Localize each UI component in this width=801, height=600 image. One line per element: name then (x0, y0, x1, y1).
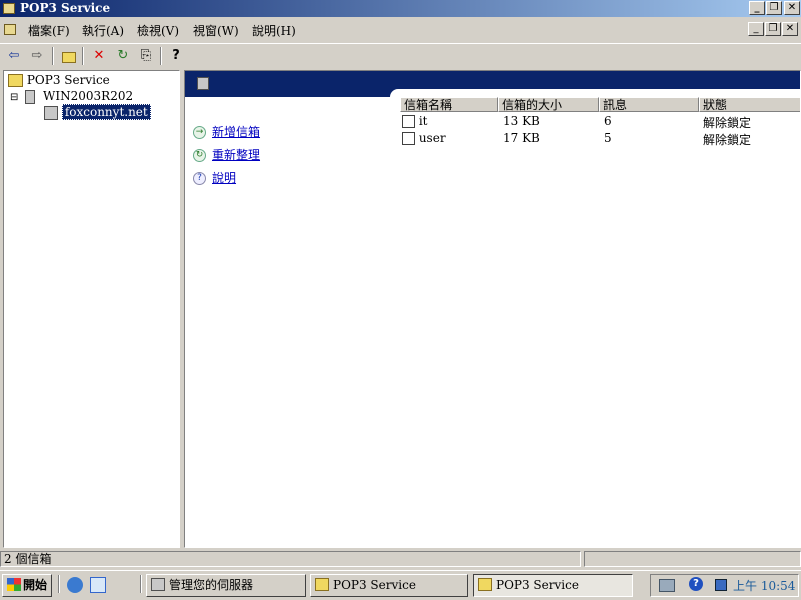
menu-view[interactable]: 檢視(V) (137, 22, 179, 39)
taskbar-manage-server-label: 管理您的伺服器 (169, 578, 254, 592)
mailbox-messages: 5 (604, 131, 612, 145)
pop3-task-icon (315, 578, 329, 591)
start-button[interactable]: 開始 (2, 574, 52, 597)
tree-node-root-label: POP3 Service (26, 73, 110, 87)
desktop-icon[interactable] (90, 577, 106, 593)
restore-button[interactable]: ❐ (766, 1, 782, 15)
detail-header (185, 71, 800, 99)
menu-window[interactable]: 視窗(W) (193, 22, 239, 39)
child-minimize-button[interactable]: _ (748, 22, 764, 36)
domain-icon (44, 105, 58, 120)
column-header-messages[interactable]: 訊息 (599, 97, 699, 112)
window-title: POP3 Service (20, 1, 111, 15)
help-tray-icon[interactable]: ? (689, 577, 703, 591)
back-icon[interactable]: ⇦ (5, 47, 23, 65)
title-bar: POP3 Service _ ❐ ✕ (0, 0, 801, 17)
menu-help[interactable]: 說明(H) (252, 22, 296, 39)
mailbox-name: it (418, 114, 428, 128)
tree-node-root[interactable]: POP3 Service (8, 73, 110, 87)
refresh-icon[interactable]: ↻ (114, 47, 132, 65)
toolbar: ⇦ ⇨ ✕ ↻ ⎘ ? (0, 43, 801, 67)
mailbox-name: user (418, 131, 446, 145)
menu-action[interactable]: 執行(A) (82, 22, 124, 39)
mailbox-icon (402, 132, 415, 145)
status-text: 2 個信箱 (0, 551, 581, 567)
taskbar-manage-server[interactable]: 管理您的伺服器 (146, 574, 306, 597)
up-folder-icon[interactable] (60, 47, 78, 65)
taskbar-separator (140, 575, 142, 593)
mailbox-status: 解除鎖定 (703, 116, 752, 130)
add-arrow-icon: → (193, 126, 206, 139)
menu-file[interactable]: 檔案(F) (28, 22, 70, 39)
tree-node-domain-label: foxconnyt.net (61, 104, 151, 120)
table-row[interactable]: it (402, 114, 428, 128)
pop3-root-icon (8, 74, 23, 87)
mailbox-messages: 6 (604, 114, 612, 128)
taskbar-pop3-1-label: POP3 Service (333, 578, 416, 592)
taskbar-pop3-1[interactable]: POP3 Service (310, 574, 468, 597)
child-close-button[interactable]: ✕ (782, 22, 798, 36)
display-tray-icon[interactable] (715, 579, 727, 591)
tree-node-server[interactable]: ⊟ WIN2003R202 (10, 89, 133, 104)
task-add-mailbox[interactable]: → 新增信箱 (193, 123, 260, 140)
column-header-size[interactable]: 信箱的大小 (498, 97, 599, 112)
toolbar-separator (82, 47, 84, 65)
network-icon[interactable] (659, 579, 675, 592)
server-manager-icon (151, 578, 165, 591)
forward-icon[interactable]: ⇨ (28, 47, 46, 65)
ie-icon[interactable] (67, 577, 83, 593)
status-pane-right (584, 551, 801, 567)
mailbox-icon (402, 115, 415, 128)
windows-logo-icon (7, 578, 21, 591)
status-bar: 2 個信箱 (0, 550, 801, 568)
delete-icon[interactable]: ✕ (90, 47, 108, 65)
task-refresh[interactable]: ↻ 重新整理 (193, 146, 260, 163)
minimize-button[interactable]: _ (749, 1, 765, 15)
collapse-icon[interactable]: ⊟ (10, 92, 18, 103)
taskbar-pop3-2-label: POP3 Service (496, 578, 579, 592)
toolbar-separator (52, 47, 54, 65)
taskbar-pop3-2[interactable]: POP3 Service (473, 574, 633, 597)
mailbox-status: 解除鎖定 (703, 133, 752, 147)
table-row[interactable]: user (402, 131, 446, 145)
task-help[interactable]: ? 說明 (193, 169, 236, 186)
server-icon (25, 89, 36, 104)
document-icon[interactable] (4, 24, 16, 35)
column-header-status[interactable]: 狀態 (699, 97, 800, 112)
refresh-task-icon: ↻ (193, 149, 206, 162)
task-help-label: 說明 (212, 171, 237, 185)
column-header-name[interactable]: 信箱名稱 (400, 97, 498, 112)
start-label: 開始 (23, 578, 48, 592)
tree-node-server-label: WIN2003R202 (43, 89, 134, 103)
export-icon[interactable]: ⎘ (137, 47, 155, 65)
taskbar-separator (58, 575, 60, 593)
help-task-icon: ? (193, 172, 206, 185)
task-refresh-label: 重新整理 (212, 148, 261, 162)
taskbar: 開始 管理您的伺服器 POP3 Service POP3 Service ? 上… (0, 570, 801, 600)
detail-pane: → 新增信箱 ↻ 重新整理 ? 說明 信箱名稱 信箱的大小 訊息 狀態 it 13 K… (184, 70, 801, 548)
menu-bar: 檔案(F) 執行(A) 檢視(V) 視窗(W) 說明(H) _ ❐ ✕ (0, 19, 801, 42)
close-button[interactable]: ✕ (784, 1, 800, 15)
system-tray: ? 上午 10:54 (650, 574, 799, 597)
pop3-app-icon (3, 3, 15, 14)
mailbox-size: 17 KB (503, 131, 540, 145)
mailbox-size: 13 KB (503, 114, 540, 128)
tree-node-domain[interactable]: foxconnyt.net (44, 104, 151, 120)
console-tree: POP3 Service ⊟ WIN2003R202 foxconnyt.net (3, 70, 180, 548)
child-restore-button[interactable]: ❐ (765, 22, 781, 36)
help-icon[interactable]: ? (167, 47, 185, 65)
pop3-task-icon (478, 578, 492, 591)
clock[interactable]: 上午 10:54 (733, 577, 795, 594)
toolbar-separator (160, 47, 162, 65)
domain-header-icon (197, 77, 209, 90)
task-add-mailbox-label: 新增信箱 (212, 125, 261, 139)
